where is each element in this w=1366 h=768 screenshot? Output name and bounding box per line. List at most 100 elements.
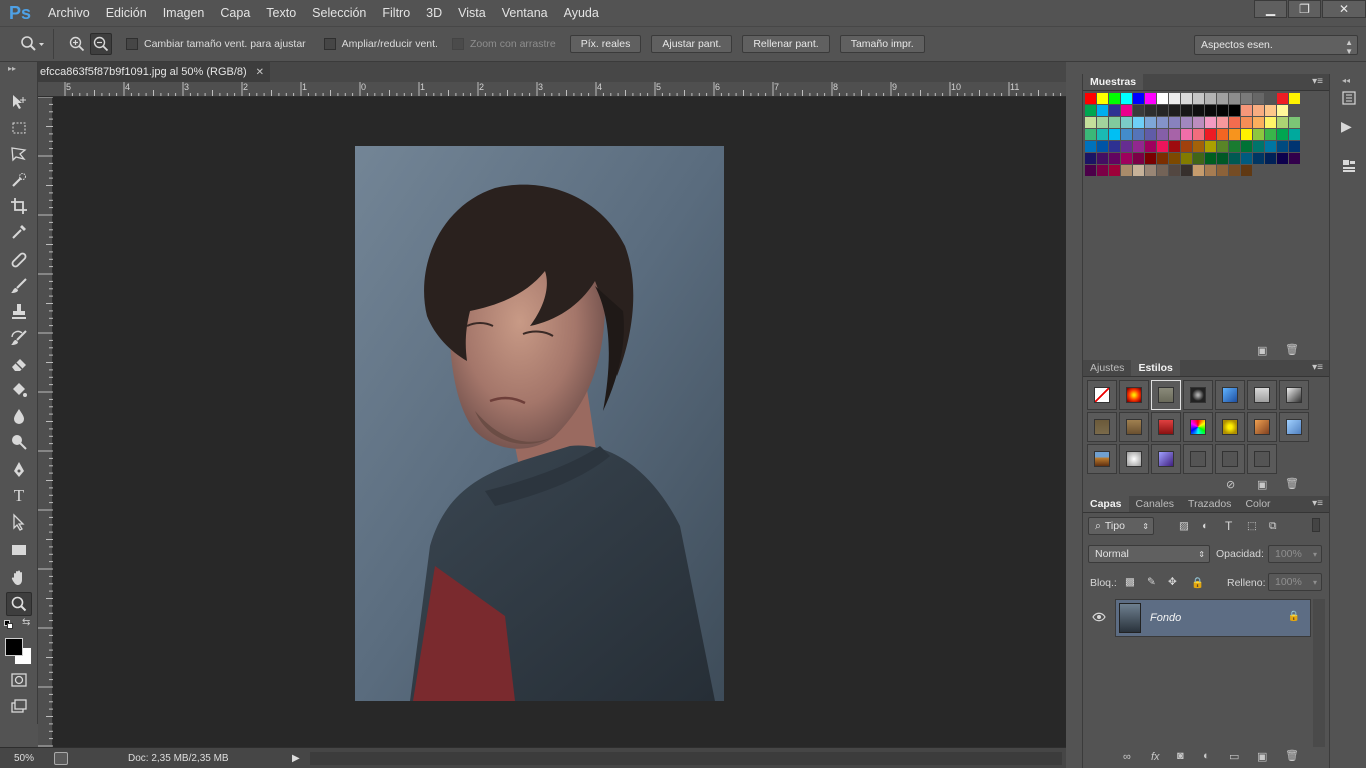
color-swatch[interactable] [1193,141,1204,152]
horizontal-scrollbar[interactable] [309,751,1062,765]
filter-adjustment-icon[interactable]: ◐ [1202,520,1208,532]
canvas-area[interactable] [53,97,1066,747]
clone-stamp-tool-icon[interactable] [6,300,32,324]
clear-style-icon[interactable]: ⊘ [1226,478,1235,491]
color-swatch[interactable] [1097,141,1108,152]
healing-brush-tool-icon[interactable] [6,248,32,272]
color-swatch[interactable] [1205,105,1216,116]
zoom-all-windows-checkbox[interactable]: Ampliar/reducir vent. [323,38,438,50]
color-swatch[interactable] [1193,129,1204,140]
color-swatch[interactable] [1253,141,1264,152]
adjustment-layer-icon[interactable]: ◐ [1203,750,1210,762]
lock-transparency-icon[interactable]: ▩ [1125,576,1135,588]
style-preset[interactable] [1087,380,1117,410]
color-swatch[interactable] [1169,93,1180,104]
link-layers-icon[interactable]: ∞ [1123,751,1131,763]
filter-pixel-icon[interactable]: ▨ [1179,520,1189,532]
color-swatch[interactable] [1229,105,1240,116]
add-mask-icon[interactable]: ◙ [1177,750,1184,762]
menu-seleccion[interactable]: Selección [304,6,374,20]
new-style-icon[interactable]: ▣ [1257,478,1267,491]
style-preset[interactable] [1151,444,1181,474]
color-swatch[interactable] [1145,165,1156,176]
color-swatch[interactable] [1145,129,1156,140]
color-swatch[interactable] [1181,141,1192,152]
color-swatch[interactable] [1217,165,1228,176]
color-swatch[interactable] [1217,117,1228,128]
new-group-icon[interactable]: ▭ [1229,750,1239,763]
menu-texto[interactable]: Texto [258,6,304,20]
swap-colors-icon[interactable]: ⇆ [22,617,30,628]
color-swatch[interactable] [1121,141,1132,152]
dodge-tool-icon[interactable] [6,430,32,454]
style-preset[interactable] [1215,444,1245,474]
color-swatch[interactable] [1133,93,1144,104]
color-swatch[interactable] [1097,105,1108,116]
layer-fx-icon[interactable]: fx [1151,751,1160,763]
paint-bucket-tool-icon[interactable] [6,378,32,402]
color-swatch[interactable] [1229,153,1240,164]
color-swatch[interactable] [1253,117,1264,128]
eraser-tool-icon[interactable] [6,352,32,376]
color-swatch[interactable] [1145,153,1156,164]
color-swatch[interactable] [1193,165,1204,176]
color-swatch[interactable] [1289,153,1300,164]
color-swatch[interactable] [1085,165,1096,176]
style-preset[interactable] [1119,412,1149,442]
color-swatch[interactable] [1253,153,1264,164]
color-swatch[interactable] [1241,93,1252,104]
color-swatch[interactable] [1277,153,1288,164]
menu-ayuda[interactable]: Ayuda [556,6,607,20]
color-swatch[interactable] [1193,105,1204,116]
color-swatch[interactable] [1277,129,1288,140]
delete-style-icon[interactable]: 🗑 [1285,477,1299,490]
color-swatch[interactable] [1181,93,1192,104]
opacity-field[interactable]: 100% ▾ [1268,545,1322,563]
color-swatch[interactable] [1157,105,1168,116]
color-swatch[interactable] [1085,93,1096,104]
color-swatch[interactable] [1277,105,1288,116]
style-preset[interactable] [1183,412,1213,442]
hand-tool-icon[interactable] [6,566,32,590]
restore-button[interactable]: ❐ [1288,0,1321,18]
color-swatch[interactable] [1157,117,1168,128]
color-swatch[interactable] [1145,117,1156,128]
history-brush-tool-icon[interactable] [6,326,32,350]
panel-menu-icon[interactable]: ▾≡ [1312,498,1323,509]
style-preset[interactable] [1151,380,1181,410]
panel-menu-icon[interactable]: ▾≡ [1312,362,1323,373]
color-swatch[interactable] [1229,141,1240,152]
color-swatch[interactable] [1205,129,1216,140]
color-swatch[interactable] [1133,129,1144,140]
color-swatch[interactable] [1241,141,1252,152]
menu-ventana[interactable]: Ventana [494,6,556,20]
color-swatch[interactable] [1085,105,1096,116]
color-swatch[interactable] [1205,117,1216,128]
new-layer-icon[interactable]: ▣ [1257,750,1267,763]
style-preset[interactable] [1279,380,1309,410]
zoom-in-icon[interactable] [66,33,88,55]
close-button[interactable]: ✕ [1322,0,1366,18]
filter-toggle-icon[interactable] [1312,518,1320,532]
color-swatch[interactable] [1205,141,1216,152]
foreground-color-swatch[interactable] [5,638,23,656]
color-swatch[interactable] [1181,105,1192,116]
minimize-button[interactable]: ▁ [1254,0,1287,18]
color-swatch[interactable] [1169,129,1180,140]
color-swatch[interactable] [1169,105,1180,116]
style-preset[interactable] [1247,412,1277,442]
layer-filter-kind-select[interactable]: ⌕ Tipo ⇕ [1088,517,1154,535]
color-swatch[interactable] [1085,129,1096,140]
color-swatch[interactable] [1217,141,1228,152]
zoom-tool-icon[interactable] [6,592,32,616]
color-swatch[interactable] [1265,129,1276,140]
lock-image-pixels-icon[interactable]: ✎ [1147,576,1156,588]
color-swatch[interactable] [1133,153,1144,164]
color-swatch[interactable] [1181,165,1192,176]
color-swatch[interactable] [1109,141,1120,152]
color-swatch[interactable] [1133,141,1144,152]
collapse-panels-icon[interactable]: ◂◂ [1342,76,1350,85]
color-swatch[interactable] [1121,153,1132,164]
color-swatch[interactable] [1193,153,1204,164]
color-swatch[interactable] [1277,93,1288,104]
